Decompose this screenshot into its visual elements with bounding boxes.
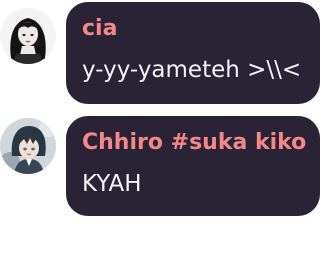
chat-message: cia y-yy-yameteh >\\< xyxy=(0,0,320,108)
message-author[interactable]: Chhiro #suka kiko xyxy=(82,130,306,155)
chat-message: Chhiro #suka kiko KYAH xyxy=(0,112,320,220)
avatar[interactable] xyxy=(0,118,56,174)
avatar-anime-boy-icon xyxy=(0,118,56,174)
avatar[interactable] xyxy=(0,8,56,64)
message-text: y-yy-yameteh >\\< xyxy=(82,57,302,83)
message-bubble: cia y-yy-yameteh >\\< xyxy=(66,2,320,104)
avatar-girl-dark-hair-icon xyxy=(0,8,56,64)
message-text: KYAH xyxy=(82,171,142,197)
message-author[interactable]: cia xyxy=(82,16,117,41)
message-bubble: Chhiro #suka kiko KYAH xyxy=(66,116,320,216)
